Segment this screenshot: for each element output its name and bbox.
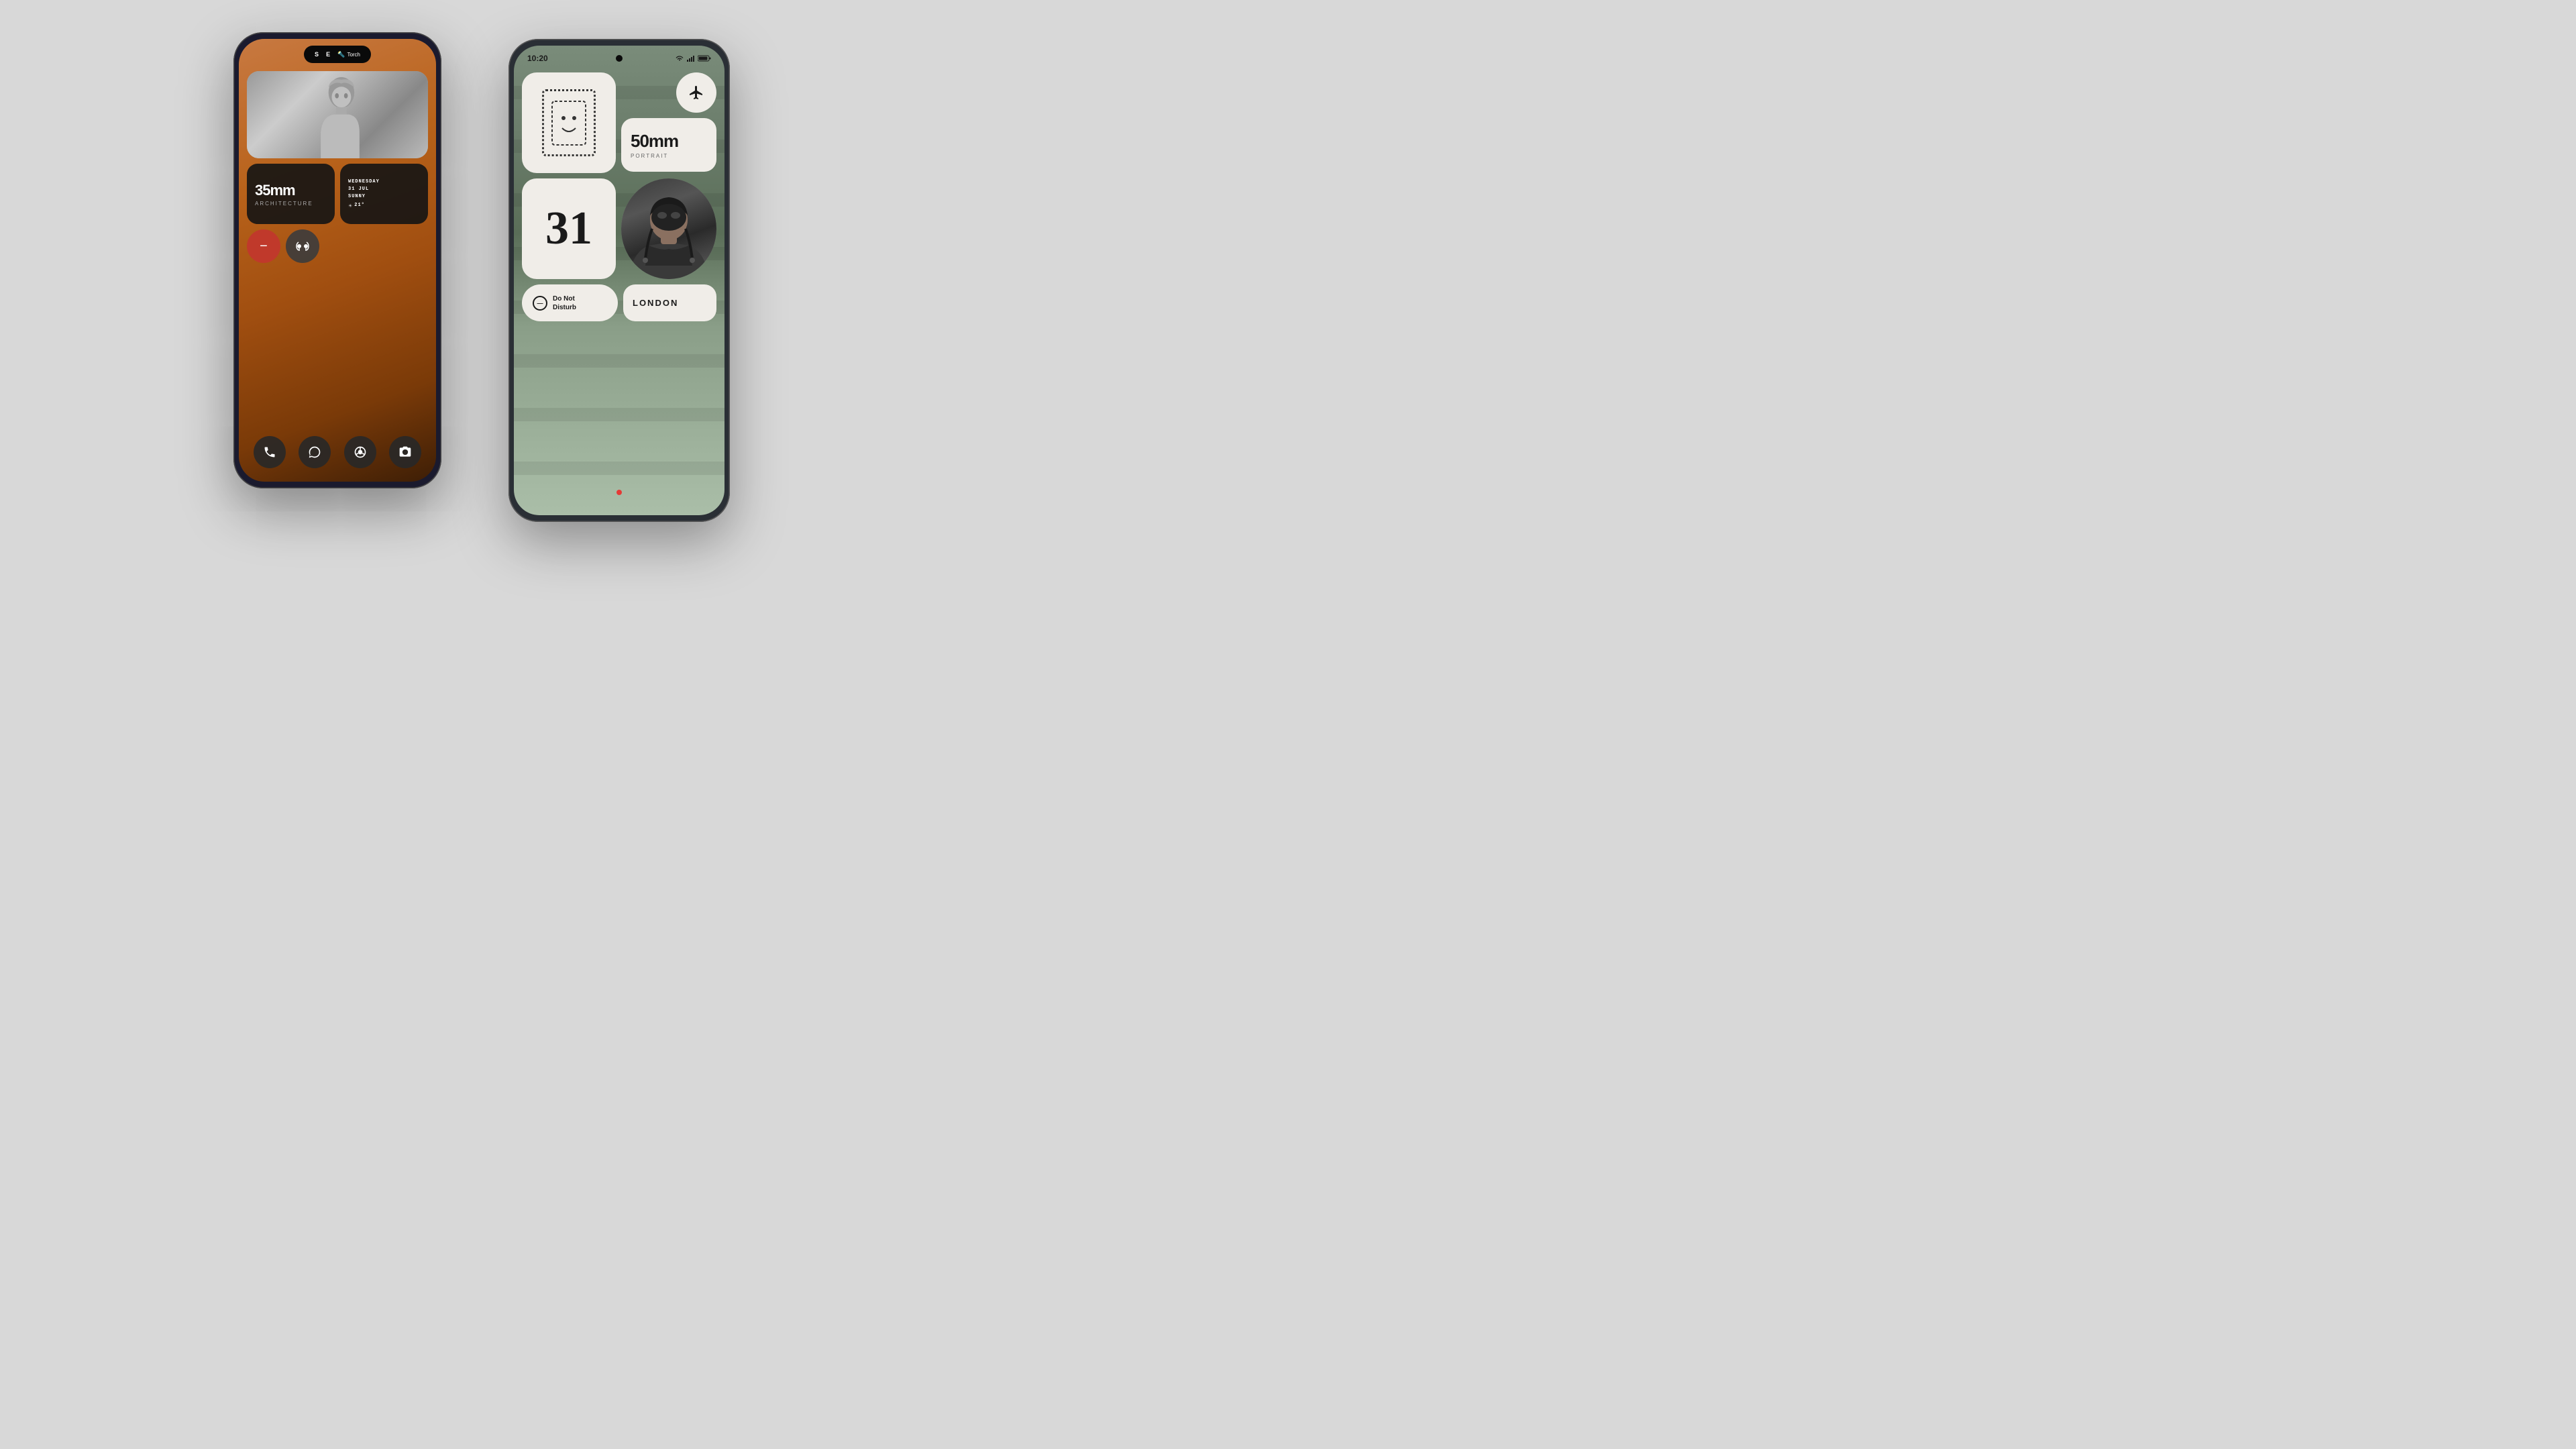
weather-day: WEDNESDAY — [348, 178, 420, 186]
dynamic-island: S E 🔦 Torch — [304, 46, 371, 63]
wifi-icon — [675, 55, 684, 62]
phone1-widgets: 35mm ARCHITECTURE WEDNESDAY 31 JUL SUNNY… — [247, 71, 428, 263]
dnd-text: Do Not Disturb — [553, 294, 576, 312]
phone1-screen: S E 🔦 Torch — [239, 39, 436, 482]
widget-50mm[interactable]: 50mm PORTRAIT — [621, 118, 716, 172]
widget-date31[interactable]: 31 — [522, 178, 616, 279]
widget-airplane[interactable] — [676, 72, 716, 113]
phone2-screen: 10:20 — [514, 46, 724, 515]
phone2-widgets: 50mm PORTRAIT 31 — [522, 72, 716, 321]
photo-widget — [247, 71, 428, 158]
sun-icon: ☀ — [348, 203, 352, 209]
phone2-row3: Do Not Disturb LONDON — [522, 284, 716, 321]
phone2-row1: 50mm PORTRAIT — [522, 72, 716, 173]
widget-50mm-sub: PORTRAIT — [631, 153, 707, 159]
weather-temp-row: ☀ 21° — [348, 202, 420, 209]
phone-left: S E 🔦 Torch — [233, 32, 441, 488]
widget-35mm[interactable]: 35mm ARCHITECTURE — [247, 164, 335, 224]
torch-label: Torch — [347, 52, 360, 58]
widget-50mm-title: 50mm — [631, 131, 707, 152]
widget-avatar[interactable] — [621, 178, 716, 279]
dock-camera[interactable] — [389, 436, 421, 468]
avatar-svg — [622, 178, 716, 279]
weather-condition: SUNNY — [348, 193, 420, 201]
battery-icon — [698, 55, 711, 62]
dock-chrome[interactable] — [344, 436, 376, 468]
widget-35mm-title: 35mm — [255, 182, 327, 199]
photo-frame-inner — [542, 89, 596, 156]
signal-icon — [687, 55, 695, 62]
controls-row: − — [247, 229, 428, 263]
di-letter-s: S — [315, 51, 319, 58]
red-dot-indicator — [616, 490, 622, 495]
widget-35mm-sub: ARCHITECTURE — [255, 201, 327, 207]
airpods-icon — [295, 241, 310, 252]
phone-right: 10:20 — [508, 39, 730, 522]
widget-dnd[interactable]: Do Not Disturb — [522, 284, 618, 321]
camera-icon — [398, 445, 412, 459]
phone2-col-right: 50mm PORTRAIT — [621, 72, 716, 172]
weather-temp: 21° — [354, 202, 365, 209]
date31-number: 31 — [545, 205, 592, 252]
photo-image — [247, 71, 428, 158]
status-bar: 10:20 — [527, 54, 711, 63]
phone-icon — [263, 445, 276, 459]
status-icons — [675, 55, 711, 62]
london-label: LONDON — [633, 298, 678, 308]
messages-icon — [308, 445, 321, 459]
phone2-row2: 31 — [522, 178, 716, 279]
weather-date: 31 JUL — [348, 186, 420, 193]
dock-phone[interactable] — [254, 436, 286, 468]
dock-messages[interactable] — [299, 436, 331, 468]
chrome-icon — [354, 445, 367, 459]
widgets-row-1: 35mm ARCHITECTURE WEDNESDAY 31 JUL SUNNY… — [247, 164, 428, 224]
status-time: 10:20 — [527, 54, 548, 63]
avatar-image — [621, 178, 716, 279]
airplane-icon — [688, 85, 704, 101]
face-frame-icon — [549, 98, 589, 148]
di-letter-e: E — [326, 51, 330, 58]
person-svg — [307, 74, 374, 158]
minus-button[interactable]: − — [247, 229, 280, 263]
widget-photo-frame[interactable] — [522, 72, 616, 173]
dock — [247, 436, 428, 468]
dnd-icon — [533, 296, 547, 311]
torch-icon: 🔦 — [337, 51, 345, 58]
widget-date[interactable]: WEDNESDAY 31 JUL SUNNY ☀ 21° — [340, 164, 428, 224]
di-torch: 🔦 Torch — [337, 51, 360, 58]
airplane-row — [621, 72, 716, 113]
airpods-button[interactable] — [286, 229, 319, 263]
widget-london[interactable]: LONDON — [623, 284, 716, 321]
